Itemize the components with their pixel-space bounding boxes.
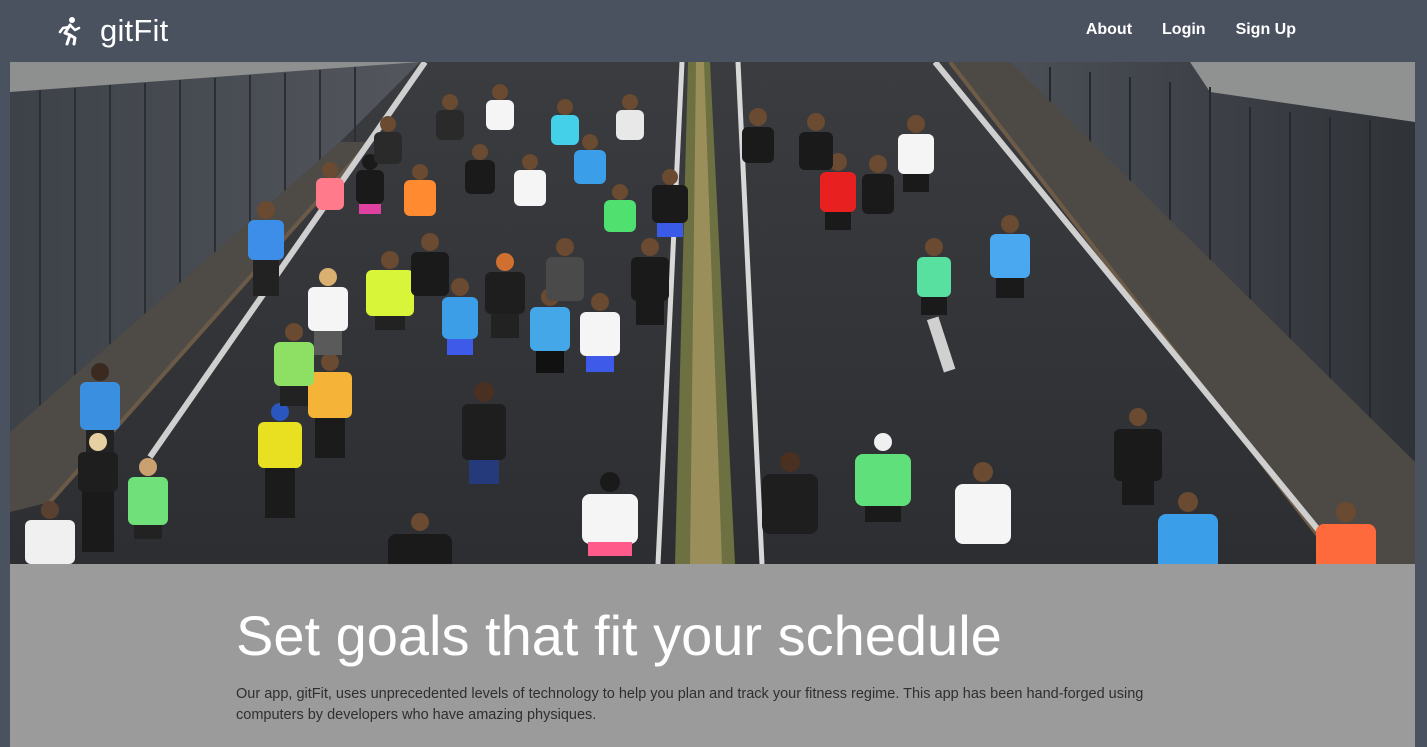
brand-link[interactable]: gitFit [56,12,168,50]
page-headline: Set goals that fit your schedule [236,604,1002,667]
page-description: Our app, gitFit, uses unprecedented leve… [236,686,1144,723]
hero-runners-illustration [10,62,1415,564]
nav-links: About Login Sign Up [1086,18,1296,42]
nav-link-login[interactable]: Login [1162,18,1206,42]
content-panel: Set goals that fit your schedule Our app… [10,564,1415,747]
running-person-icon [58,17,81,46]
nav-link-signup[interactable]: Sign Up [1236,18,1296,42]
hero-image [10,62,1415,564]
brand-name: gitFit [100,13,169,48]
navbar: gitFit About Login Sign Up [0,0,1427,62]
nav-link-about[interactable]: About [1086,18,1132,42]
